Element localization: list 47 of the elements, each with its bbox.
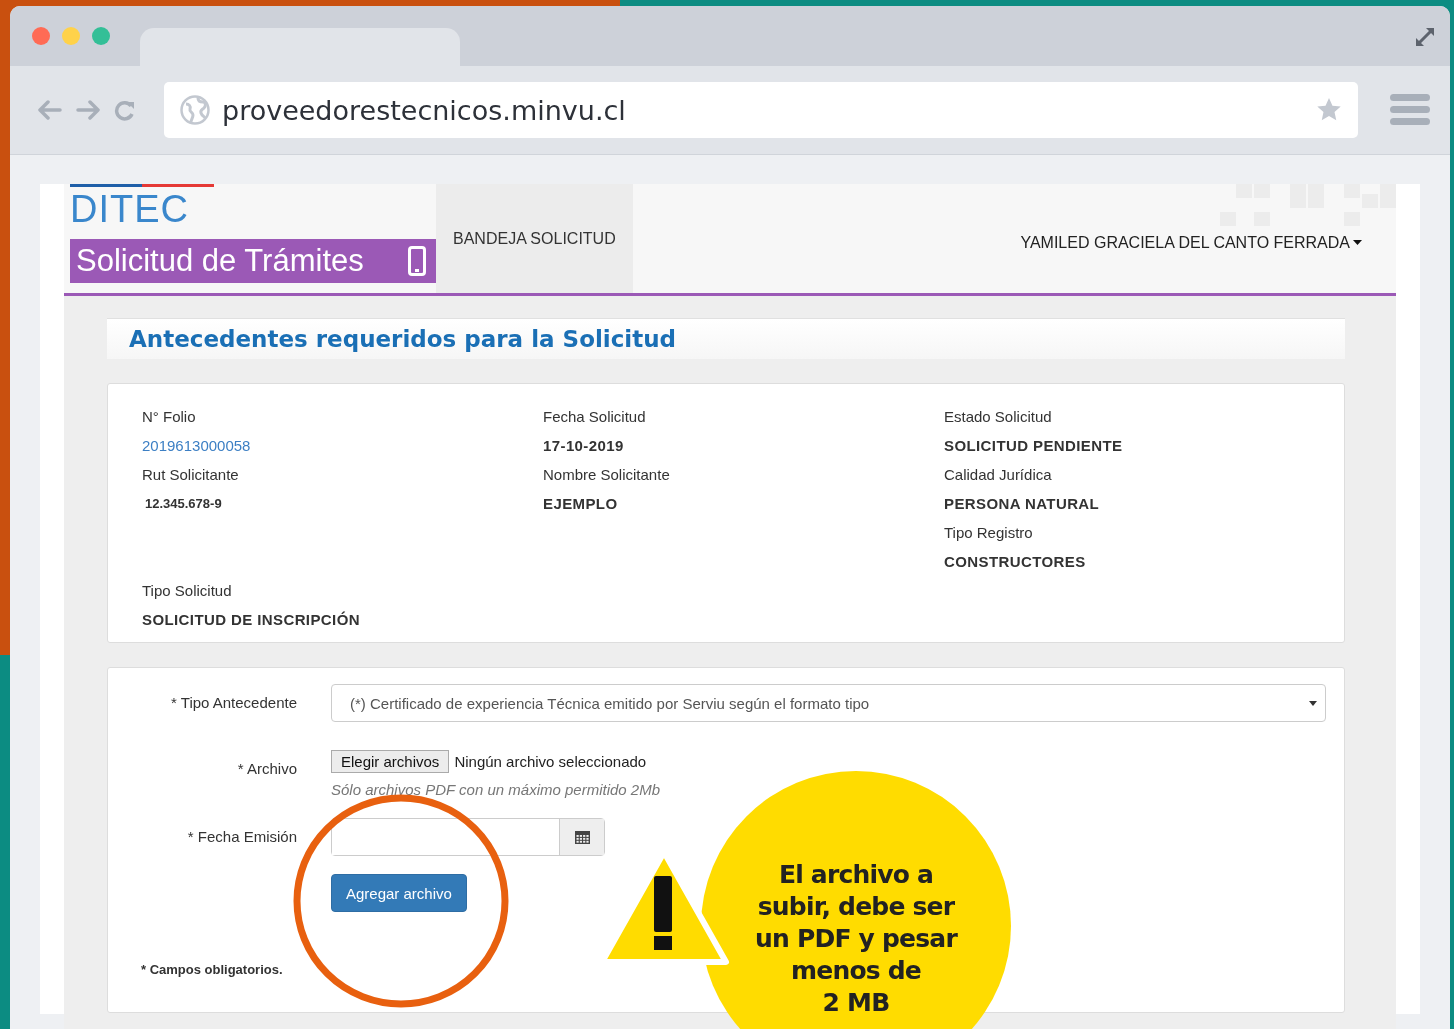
choose-files-button[interactable]: Elegir archivos: [331, 750, 450, 773]
calendar-icon[interactable]: [574, 830, 590, 844]
caret-icon: [1353, 240, 1362, 245]
field-value: 17-10-2019: [543, 436, 625, 456]
reload-icon[interactable]: [114, 99, 136, 121]
expand-icon[interactable]: [1414, 26, 1436, 48]
file-hint: Sólo archivos PDF con un máximo permitido 2Mb: [331, 781, 662, 798]
forward-icon[interactable]: [76, 100, 100, 120]
field-value: SOLICITUD DE INSCRIPCIÓN: [142, 610, 361, 630]
star-icon[interactable]: [1316, 97, 1342, 123]
field-label: Fecha Solicitud: [543, 407, 647, 427]
add-file-button[interactable]: Agregar archivo: [331, 874, 467, 912]
back-icon[interactable]: [38, 100, 62, 120]
required-note: * Campos obligatorios.: [141, 962, 283, 977]
nav-tab[interactable]: BANDEJA SOLICITUD: [436, 184, 633, 293]
field-label: Tipo Solicitud: [142, 581, 233, 601]
menu-icon[interactable]: [1390, 94, 1430, 126]
field-value: EJEMPLO: [543, 494, 619, 514]
caret-icon: [1309, 700, 1317, 706]
file-status: Ningún archivo seleccionado: [454, 753, 647, 770]
maximize-window-icon[interactable]: [92, 27, 110, 45]
phone-icon: [408, 246, 426, 276]
folio-link[interactable]: 2019613000058: [142, 431, 543, 460]
date-field[interactable]: [331, 818, 605, 856]
form-label: * Archivo: [236, 759, 297, 777]
app-title: Solicitud de Trámites: [76, 243, 364, 279]
field-label: Estado Solicitud: [944, 407, 1053, 427]
field-value: 12.345.678-9: [144, 495, 223, 513]
ditec-logo[interactable]: DITEC: [70, 187, 436, 231]
field-value: CONSTRUCTORES: [944, 552, 1087, 572]
field-label: Tipo Registro: [944, 523, 1034, 543]
type-dropdown[interactable]: (*) Certificado de experiencia Técnica emitido por Serviu según el formato tipo: [331, 684, 1326, 722]
field-label: Calidad Jurídica: [944, 465, 1053, 485]
minimize-window-icon[interactable]: [62, 27, 80, 45]
form-label: * Fecha Emisión: [186, 827, 297, 845]
callout-text: El archivo a subir, debe ser un PDF y pesar menos de 2 MB: [755, 859, 957, 1019]
user-menu[interactable]: YAMILED GRACIELA DEL CANTO FERRADA: [1020, 225, 1362, 252]
field-label: N° Folio: [142, 407, 197, 427]
close-window-icon[interactable]: [32, 27, 50, 45]
field-label: Rut Solicitante: [142, 465, 240, 485]
section-title: Antecedentes requeridos para la Solicitud: [129, 326, 677, 352]
field-label: Nombre Solicitante: [543, 465, 671, 485]
field-value: SOLICITUD PENDIENTE: [944, 436, 1124, 456]
field-value: PERSONA NATURAL: [944, 494, 1101, 514]
globe-icon: [180, 95, 210, 125]
address-bar[interactable]: proveedorestecnicos.minvu.cl: [164, 82, 1358, 138]
form-label: * Tipo Antecedente: [170, 693, 297, 711]
